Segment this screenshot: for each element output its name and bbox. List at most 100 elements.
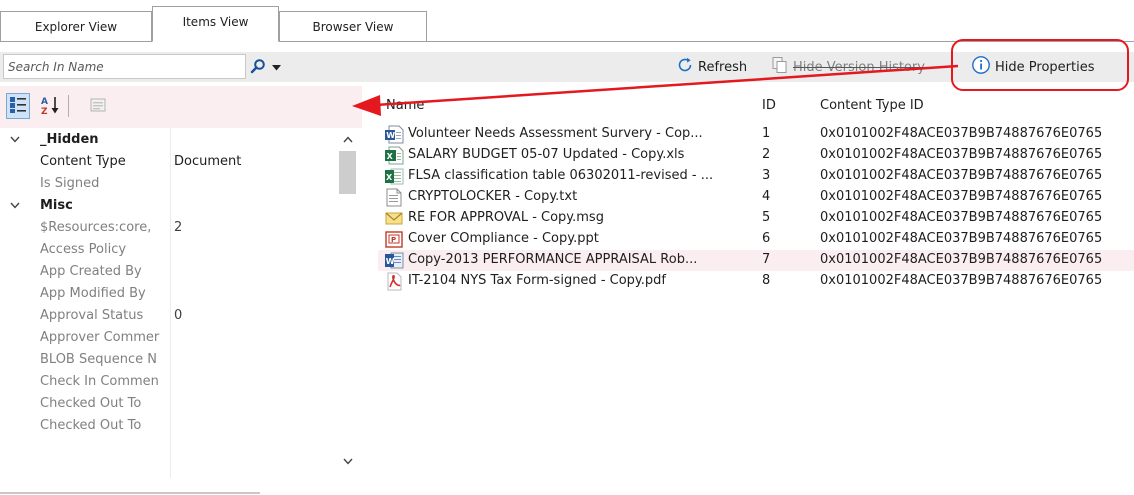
svg-text:W: W bbox=[386, 257, 395, 266]
item-content-type-id: 0x0101002F48ACE037B9B74887676E0765 bbox=[820, 273, 1103, 288]
property-name: Approval Status bbox=[40, 307, 144, 323]
items-toolbar: Refresh Hide Version History Hide Proper… bbox=[0, 52, 1134, 82]
items-list: Name ID Content Type ID W Volunteer Need… bbox=[378, 90, 1134, 330]
chevron-down-icon[interactable] bbox=[272, 60, 281, 74]
property-value[interactable]: Document bbox=[174, 154, 241, 169]
info-icon bbox=[971, 55, 991, 79]
svg-text:A: A bbox=[41, 97, 48, 107]
property-row[interactable]: Content Type Document bbox=[0, 150, 362, 172]
svg-text:W: W bbox=[386, 131, 395, 140]
item-name: SALARY BUDGET 05-07 Updated - Copy.xls bbox=[408, 147, 685, 162]
item-name: IT-2104 NYS Tax Form-signed - Copy.pdf bbox=[408, 273, 666, 288]
property-category[interactable]: _Hidden bbox=[0, 128, 362, 150]
email-icon bbox=[384, 209, 404, 228]
word-docx-icon: W bbox=[384, 251, 404, 270]
properties-scrollbar[interactable] bbox=[337, 128, 359, 472]
excel-icon: X bbox=[384, 167, 404, 186]
hide-properties-label: Hide Properties bbox=[995, 59, 1095, 75]
svg-text:X: X bbox=[387, 152, 394, 161]
hide-version-history-button[interactable]: Hide Version History bbox=[771, 56, 925, 78]
collapse-chevron-icon[interactable] bbox=[0, 199, 30, 212]
hide-version-history-label: Hide Version History bbox=[793, 59, 925, 75]
item-content-type-id: 0x0101002F48ACE037B9B74887676E0765 bbox=[820, 231, 1103, 246]
scrollbar-thumb[interactable] bbox=[339, 151, 356, 194]
property-category-name: _Hidden bbox=[40, 131, 99, 147]
search-input[interactable] bbox=[4, 55, 245, 78]
scroll-up-icon[interactable] bbox=[337, 128, 359, 150]
item-id: 1 bbox=[762, 126, 771, 141]
categorized-button[interactable] bbox=[6, 93, 30, 119]
list-item[interactable]: W Volunteer Needs Assessment Survery - C… bbox=[378, 124, 1134, 145]
property-pages-icon bbox=[89, 96, 107, 117]
property-name: App Created By bbox=[40, 263, 142, 279]
tab-browser-view[interactable]: Browser View bbox=[279, 11, 427, 42]
refresh-label: Refresh bbox=[698, 59, 748, 75]
property-row[interactable]: Checked Out To bbox=[0, 392, 362, 414]
property-name: Content Type bbox=[40, 153, 126, 169]
list-item[interactable]: X SALARY BUDGET 05-07 Updated - Copy.xls… bbox=[378, 145, 1134, 166]
properties-pane: AZ _Hidden Content Type Document Is Sign… bbox=[0, 86, 362, 495]
property-row[interactable]: Check In Commen bbox=[0, 370, 362, 392]
item-id: 4 bbox=[762, 189, 771, 204]
column-header-id[interactable]: ID bbox=[762, 98, 776, 113]
list-item[interactable]: IT-2104 NYS Tax Form-signed - Copy.pdf 8… bbox=[378, 271, 1134, 292]
tab-label: Explorer View bbox=[34, 20, 118, 34]
property-row[interactable]: Access Policy bbox=[0, 238, 362, 260]
property-row[interactable]: Checked Out To bbox=[0, 414, 362, 436]
collapse-chevron-icon[interactable] bbox=[0, 133, 30, 146]
property-row[interactable]: App Created By bbox=[0, 260, 362, 282]
property-row[interactable]: App Modified By bbox=[0, 282, 362, 304]
property-row[interactable]: Approval Status 0 bbox=[0, 304, 362, 326]
property-row[interactable]: Is Signed bbox=[0, 172, 362, 194]
property-name: $Resources:core, bbox=[40, 219, 152, 235]
pdf-icon bbox=[384, 272, 404, 291]
alphabetical-sort-button[interactable]: AZ bbox=[38, 93, 62, 119]
hide-properties-button[interactable]: Hide Properties bbox=[971, 56, 1094, 78]
item-id: 6 bbox=[762, 231, 771, 246]
list-item[interactable]: P Cover COmpliance - Copy.ppt 6 0x010100… bbox=[378, 229, 1134, 250]
tab-items-view[interactable]: Items View bbox=[152, 6, 279, 42]
property-value[interactable]: 0 bbox=[174, 308, 182, 323]
search-box bbox=[3, 54, 246, 79]
excel-icon: X bbox=[384, 146, 404, 165]
scroll-down-icon[interactable] bbox=[337, 450, 359, 472]
property-name: Approver Commer bbox=[40, 329, 160, 345]
list-item[interactable]: CRYPTOLOCKER - Copy.txt 4 0x0101002F48AC… bbox=[378, 187, 1134, 208]
tab-label: Browser View bbox=[312, 20, 394, 34]
property-row[interactable]: $Resources:core, 2 bbox=[0, 216, 362, 238]
toolbar-separator bbox=[68, 95, 69, 117]
property-grid: _Hidden Content Type Document Is Signed … bbox=[0, 128, 362, 478]
property-name: BLOB Sequence N bbox=[40, 351, 157, 367]
refresh-icon bbox=[676, 56, 694, 78]
property-pages-button[interactable] bbox=[86, 93, 110, 119]
version-history-icon bbox=[771, 56, 789, 78]
refresh-button[interactable]: Refresh bbox=[676, 56, 747, 78]
property-name: Checked Out To bbox=[40, 417, 142, 433]
property-name: Is Signed bbox=[40, 175, 100, 191]
properties-toolbar: AZ bbox=[0, 86, 362, 128]
column-header-content-type-id[interactable]: Content Type ID bbox=[820, 98, 924, 113]
list-item[interactable]: W Copy-2013 PERFORMANCE APPRAISAL Rob...… bbox=[378, 250, 1134, 271]
list-item[interactable]: X FLSA classification table 06302011-rev… bbox=[378, 166, 1134, 187]
property-name: Access Policy bbox=[40, 241, 127, 257]
item-content-type-id: 0x0101002F48ACE037B9B74887676E0765 bbox=[820, 147, 1103, 162]
item-content-type-id: 0x0101002F48ACE037B9B74887676E0765 bbox=[820, 252, 1103, 267]
column-header-name[interactable]: Name bbox=[386, 98, 424, 113]
item-name: FLSA classification table 06302011-revis… bbox=[408, 168, 714, 183]
search-icon bbox=[250, 58, 266, 77]
item-content-type-id: 0x0101002F48ACE037B9B74887676E0765 bbox=[820, 210, 1103, 225]
view-tabs: Explorer View Items View Browser View bbox=[0, 0, 1134, 42]
item-content-type-id: 0x0101002F48ACE037B9B74887676E0765 bbox=[820, 168, 1103, 183]
tab-explorer-view[interactable]: Explorer View bbox=[0, 11, 152, 42]
property-category[interactable]: Misc bbox=[0, 194, 362, 216]
property-row[interactable]: Approver Commer bbox=[0, 326, 362, 348]
item-id: 3 bbox=[762, 168, 771, 183]
item-name: CRYPTOLOCKER - Copy.txt bbox=[408, 189, 578, 204]
item-name: Volunteer Needs Assessment Survery - Cop… bbox=[408, 126, 703, 141]
list-item[interactable]: RE FOR APPROVAL - Copy.msg 5 0x0101002F4… bbox=[378, 208, 1134, 229]
text-file-icon bbox=[384, 188, 404, 207]
property-name: Check In Commen bbox=[40, 373, 159, 389]
property-value[interactable]: 2 bbox=[174, 220, 182, 235]
property-row[interactable]: BLOB Sequence N bbox=[0, 348, 362, 370]
search-button[interactable] bbox=[250, 57, 286, 77]
